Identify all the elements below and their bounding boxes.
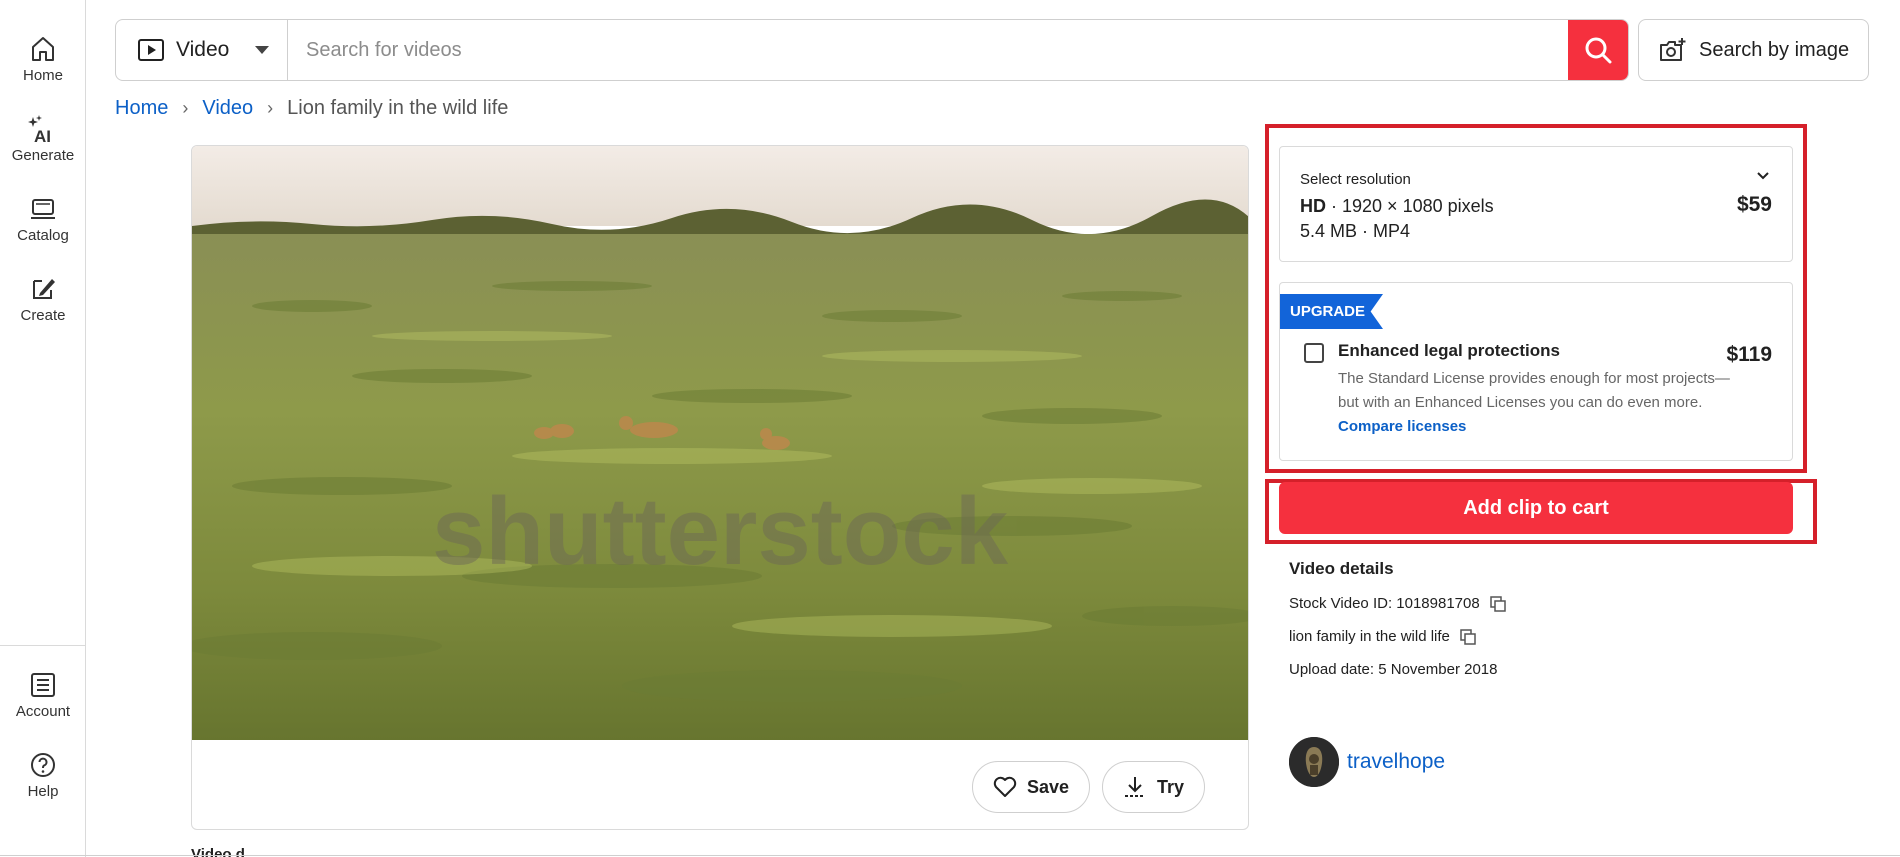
video-thumbnail-image: shutterstock	[192, 146, 1248, 740]
upload-date: Upload date: 5 November 2018	[1289, 661, 1498, 678]
viewport-bottom-border	[0, 855, 1900, 856]
sidebar-item-label: Account	[15, 703, 71, 720]
media-type-label: Video	[176, 38, 230, 61]
copy-icon[interactable]	[1460, 628, 1476, 645]
search-by-image-label: Search by image	[1699, 38, 1850, 61]
resolution-quality: HD	[1300, 196, 1326, 216]
heart-icon	[993, 776, 1017, 797]
resolution-title: Select resolution	[1300, 171, 1411, 188]
contributor-name: travelhope	[1347, 750, 1446, 773]
copy-icon[interactable]	[1489, 595, 1506, 612]
sidebar-item-catalog[interactable]: Catalog	[0, 194, 86, 244]
media-type-dropdown[interactable]: Video	[116, 20, 288, 80]
compare-licenses-link[interactable]: Compare licenses	[1338, 418, 1466, 435]
chevron-down-icon	[1757, 172, 1769, 180]
enhanced-license-checkbox[interactable]	[1304, 343, 1324, 363]
help-icon	[31, 753, 55, 777]
breadcrumb: Home › Video › Lion family in the wild l…	[115, 97, 508, 120]
search-by-image-button[interactable]: Search by image	[1638, 19, 1869, 81]
search-input[interactable]	[288, 20, 1568, 80]
camera-add-icon	[1660, 38, 1686, 61]
sidebar-item-help[interactable]: Help	[0, 750, 86, 800]
watermark-text: shutterstock	[432, 478, 1009, 585]
upgrade-price: $119	[1726, 343, 1772, 366]
sidebar-item-home[interactable]: Home	[0, 34, 86, 84]
sidebar-item-label: Catalog	[17, 227, 69, 244]
account-icon	[31, 673, 55, 697]
create-edit-icon	[33, 279, 55, 299]
video-preview[interactable]: shutterstock	[192, 146, 1248, 740]
chevron-right-icon: ›	[267, 98, 274, 118]
resolution-spec: HD · 1920 × 1080 pixels	[1300, 196, 1494, 217]
upgrade-title: Enhanced legal protections	[1338, 341, 1560, 360]
svg-text:AI: AI	[34, 127, 51, 144]
upgrade-description: The Standard License provides enough for…	[1338, 370, 1730, 411]
search-icon	[1585, 37, 1612, 64]
home-icon	[32, 37, 54, 61]
sidebar-item-label: Create	[20, 307, 66, 324]
contributor-link[interactable]: travelhope	[1289, 737, 1445, 787]
breadcrumb-current: Lion family in the wild life	[287, 97, 509, 119]
download-icon	[1125, 777, 1145, 797]
try-label: Try	[1157, 776, 1185, 797]
breadcrumb-video-link[interactable]: Video	[202, 97, 253, 120]
chevron-right-icon: ›	[182, 98, 189, 118]
breadcrumb-home-link[interactable]: Home	[115, 97, 168, 120]
sidebar-item-generate[interactable]: AI Generate	[0, 114, 86, 164]
add-clip-to-cart-button[interactable]: Add clip to cart	[1279, 482, 1793, 534]
resolution-price: $59	[1736, 193, 1772, 216]
description-row: lion family in the wild life	[1289, 628, 1476, 645]
save-label: Save	[1027, 776, 1070, 797]
contributor-avatar-icon	[1289, 737, 1339, 787]
video-play-icon	[138, 39, 164, 61]
upgrade-card: UPGRADE Enhanced legal protections $119 …	[1279, 282, 1793, 461]
resolution-selector[interactable]: Select resolution HD · 1920 × 1080 pixel…	[1279, 146, 1793, 262]
left-sidebar: Home AI Generate Catalog Create Account …	[0, 0, 86, 857]
try-button[interactable]: Try	[1102, 761, 1206, 813]
upgrade-badge: UPGRADE	[1280, 294, 1383, 329]
video-description: lion family in the wild life	[1289, 628, 1450, 645]
sidebar-item-label: Generate	[11, 147, 75, 164]
sidebar-item-label: Help	[27, 783, 59, 800]
ai-sparkle-icon: AI	[28, 115, 51, 144]
video-details-heading: Video details	[1289, 559, 1394, 578]
sidebar-divider	[0, 645, 86, 646]
media-card: shutterstock Save Try	[191, 145, 1249, 830]
resolution-file-info: 5.4 MB · MP4	[1300, 221, 1411, 241]
stock-id-row: Stock Video ID: 1018981708	[1289, 595, 1506, 612]
chevron-down-icon	[255, 46, 269, 54]
stock-id: Stock Video ID: 1018981708	[1289, 595, 1480, 612]
save-button[interactable]: Save	[972, 761, 1091, 813]
sidebar-item-label: Home	[22, 67, 63, 84]
sidebar-item-account[interactable]: Account	[0, 670, 86, 720]
upload-date-row: Upload date: 5 November 2018	[1289, 661, 1497, 678]
catalog-icon	[31, 199, 55, 219]
sidebar-item-create[interactable]: Create	[0, 274, 86, 324]
avatar	[1289, 737, 1339, 787]
search-button[interactable]	[1568, 20, 1628, 80]
search-bar: Video	[115, 19, 1629, 81]
resolution-dimensions: · 1920 × 1080 pixels	[1331, 196, 1494, 216]
